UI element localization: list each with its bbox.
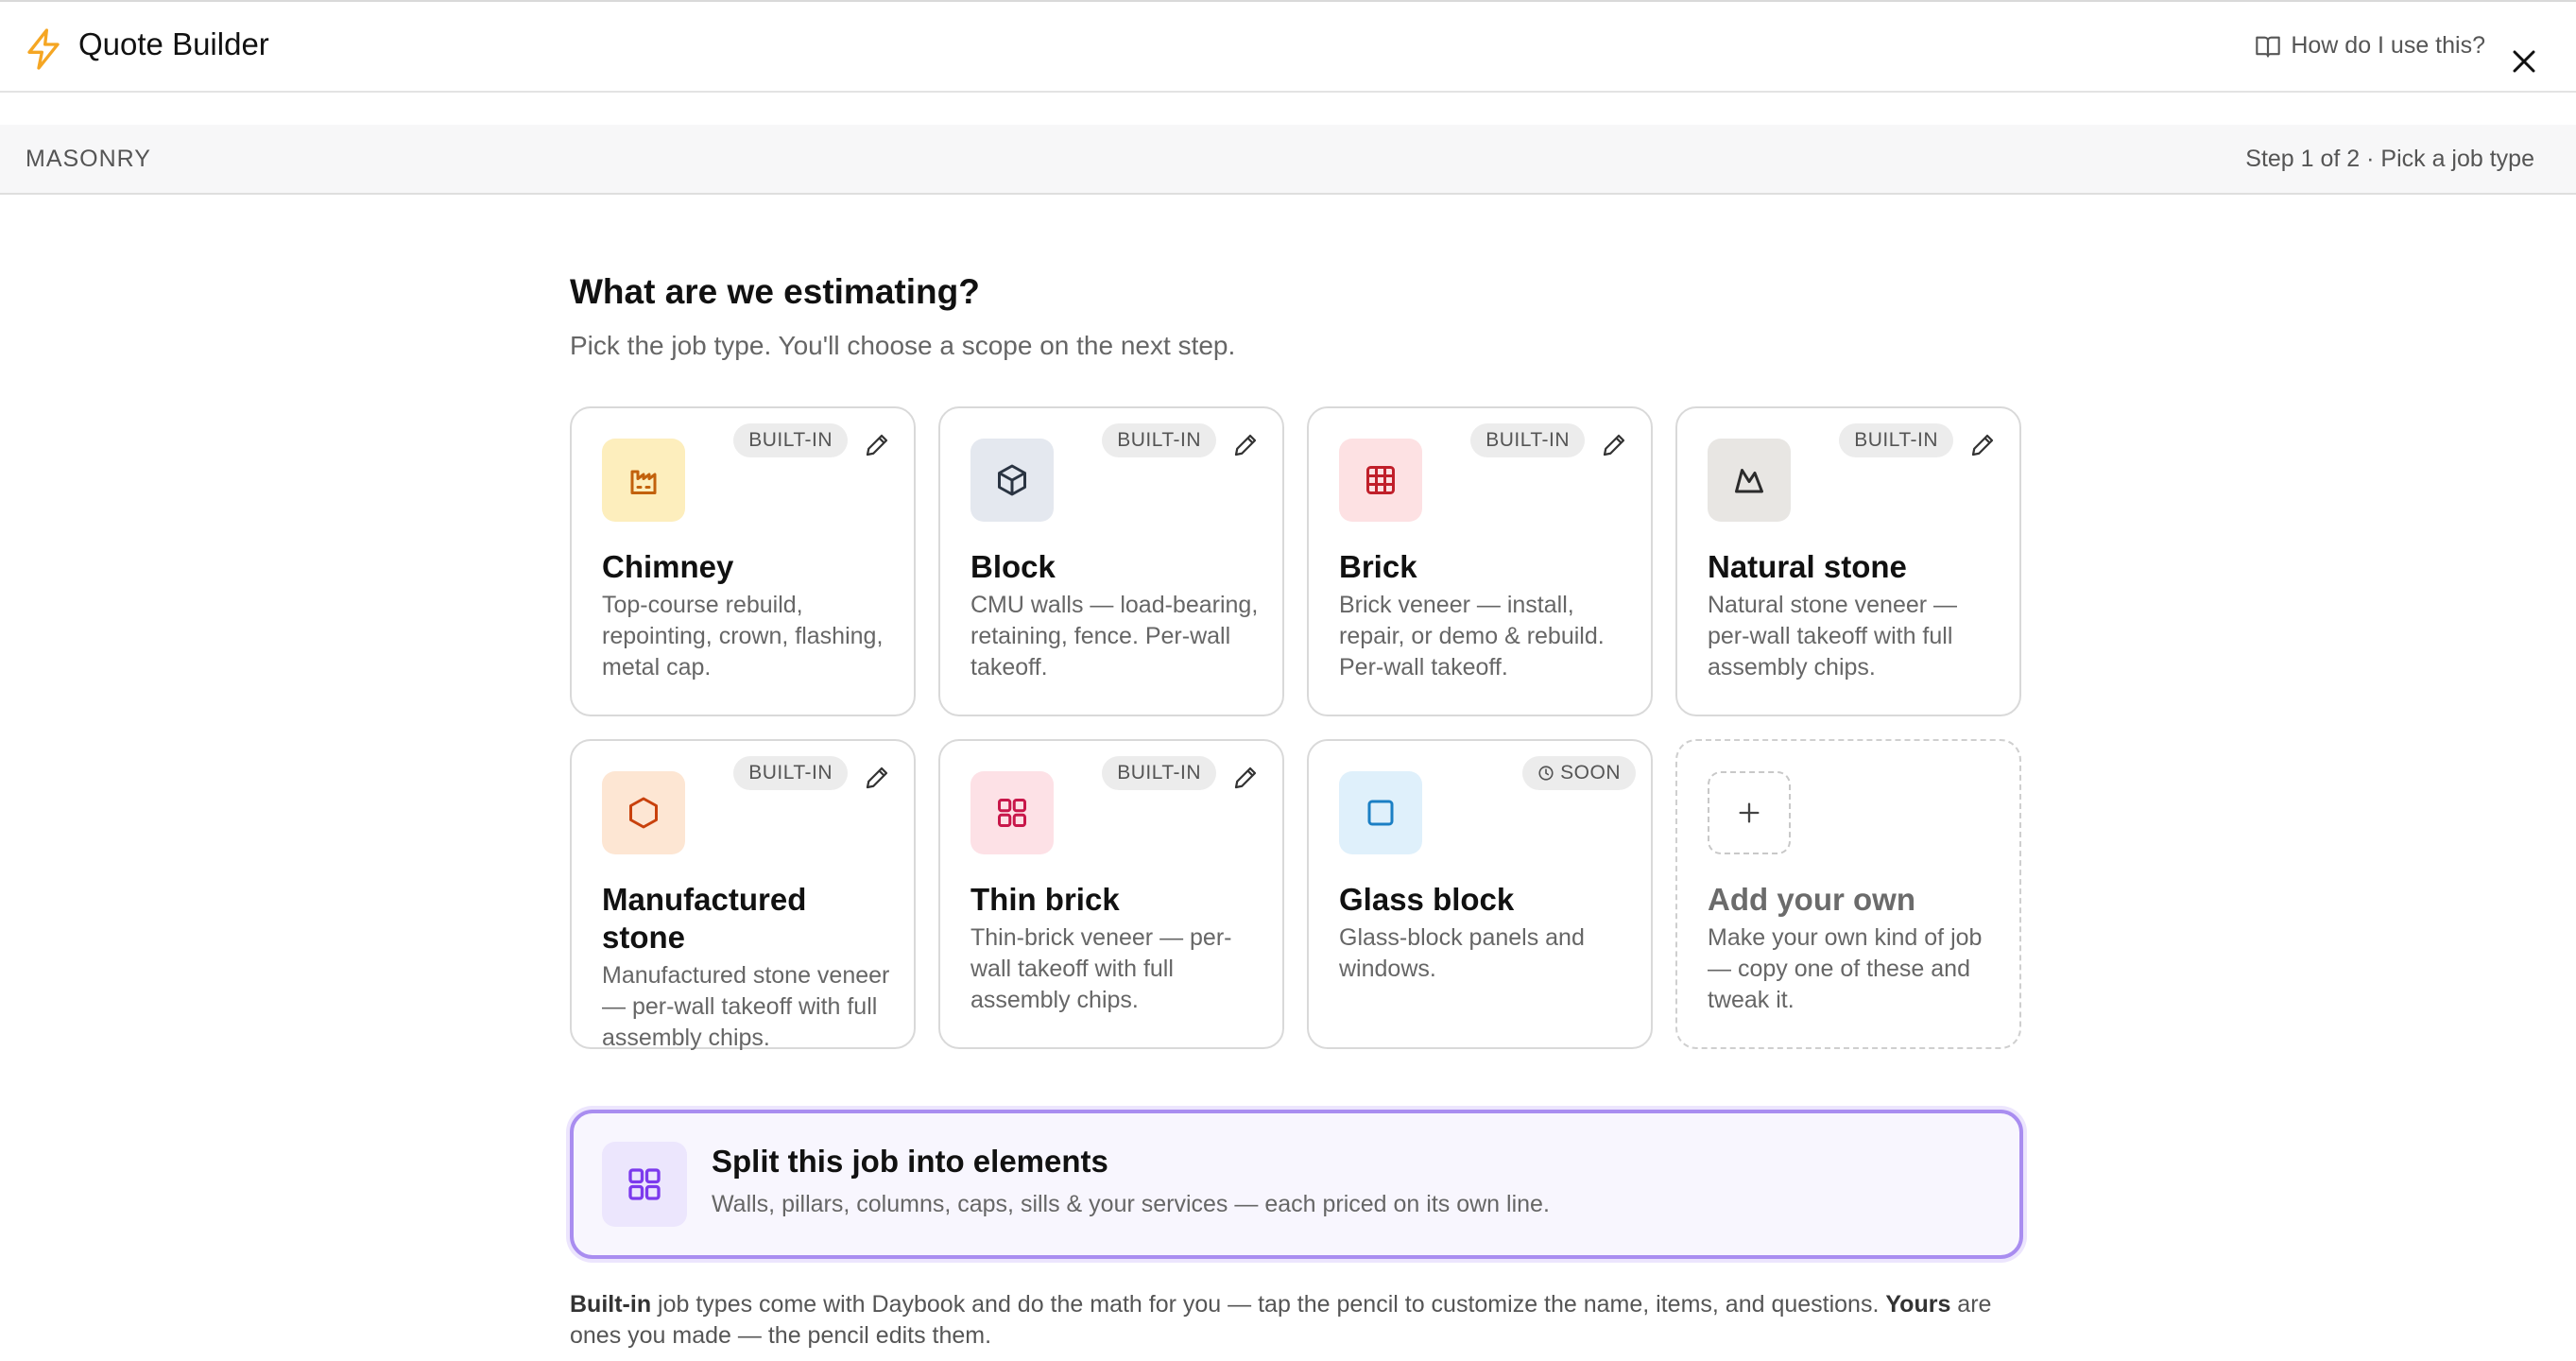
job-card-glass-block[interactable]: SOON Glass block Glass-block panels and …	[1307, 739, 1653, 1049]
add-icon-tile	[1708, 771, 1791, 854]
clock-icon	[1538, 766, 1554, 781]
job-card-title: Thin brick	[970, 882, 1120, 917]
built-in-badge: BUILT-IN	[1102, 423, 1216, 457]
thin-brick-icon-tile	[970, 771, 1054, 854]
pencil-icon[interactable]	[863, 764, 891, 792]
split-desc: Walls, pillars, columns, caps, sills & y…	[712, 1191, 1550, 1217]
block-icon-tile	[970, 439, 1054, 522]
job-card-title: Brick	[1339, 549, 1417, 584]
footnote: Built-in job types come with Daybook and…	[570, 1289, 2023, 1352]
help-link[interactable]: How do I use this?	[2255, 32, 2485, 60]
lightning-bolt-icon	[27, 28, 60, 70]
soon-badge: SOON	[1522, 756, 1636, 790]
built-in-badge: BUILT-IN	[1102, 756, 1216, 790]
chimney-icon	[630, 470, 657, 494]
pencil-icon[interactable]	[1231, 431, 1260, 459]
section-bar: MASONRY Step 1 of 2 · Pick a job type	[0, 125, 2576, 195]
job-card-add-your-own[interactable]: Add your own Make your own kind of job —…	[1675, 739, 2021, 1049]
job-card-desc: Natural stone veneer — per-wall takeoff …	[1708, 592, 1958, 680]
job-card-natural-stone[interactable]: BUILT-IN Natural stone Natural stone ven…	[1675, 406, 2021, 716]
plus-icon	[1739, 802, 1760, 823]
glass-block-icon-tile	[1339, 771, 1422, 854]
pencil-icon[interactable]	[1231, 764, 1260, 792]
mountain-icon	[1735, 469, 1763, 493]
job-card-title: Add your own	[1708, 882, 1915, 917]
natural-stone-icon-tile	[1708, 439, 1791, 522]
job-card-brick[interactable]: BUILT-IN Brick Brick veneer — install, r…	[1307, 406, 1653, 716]
job-card-title: Block	[970, 549, 1056, 584]
hexagon-icon	[629, 797, 658, 829]
help-label: How do I use this?	[2291, 32, 2485, 59]
job-type-grid: BUILT-IN Chimney Top-course rebuild, rep…	[570, 406, 2023, 1051]
split-icon-tile	[602, 1142, 687, 1227]
footnote-yours: Yours	[1885, 1291, 1951, 1318]
job-card-desc: Top-course rebuild, repointing, crown, f…	[602, 592, 884, 680]
job-card-chimney[interactable]: BUILT-IN Chimney Top-course rebuild, rep…	[570, 406, 916, 716]
close-icon[interactable]	[2510, 47, 2538, 76]
brick-icon-tile	[1339, 439, 1422, 522]
built-in-badge: BUILT-IN	[1470, 423, 1585, 457]
manufactured-stone-icon-tile	[602, 771, 685, 854]
job-card-desc: Brick veneer — install, repair, or demo …	[1339, 592, 1605, 680]
app-title: Quote Builder	[78, 26, 269, 61]
grid-icon	[628, 1168, 661, 1200]
job-card-block[interactable]: BUILT-IN Block CMU walls — load-bearing,…	[938, 406, 1284, 716]
pencil-icon[interactable]	[1600, 431, 1628, 459]
brick-grid-icon	[1366, 466, 1395, 494]
soon-badge-label: SOON	[1560, 762, 1621, 784]
job-card-title: Manufactured stone	[602, 882, 807, 955]
footnote-built-in: Built-in	[570, 1291, 652, 1318]
app-header: Quote Builder How do I use this?	[0, 0, 2576, 93]
page-subtitle: Pick the job type. You'll choose a scope…	[570, 331, 1236, 360]
built-in-badge: BUILT-IN	[733, 423, 848, 457]
pencil-icon[interactable]	[1968, 431, 1997, 459]
job-card-desc: Manufactured stone veneer — per-wall tak…	[602, 962, 890, 1051]
job-type-picker: What are we estimating? Pick the job typ…	[570, 272, 2023, 1349]
step-indicator: Step 1 of 2 · Pick a job type	[2245, 146, 2534, 172]
built-in-badge: BUILT-IN	[733, 756, 848, 790]
chimney-icon-tile	[602, 439, 685, 522]
job-card-title: Natural stone	[1708, 549, 1907, 584]
pencil-icon[interactable]	[863, 431, 891, 459]
split-into-elements-button[interactable]: Split this job into elements Walls, pill…	[570, 1110, 2023, 1259]
cube-icon	[998, 464, 1026, 496]
book-icon	[2256, 36, 2281, 58]
job-card-title: Glass block	[1339, 882, 1515, 917]
job-card-manufactured-stone[interactable]: BUILT-IN Manufactured stone Manufactured…	[570, 739, 916, 1051]
split-title: Split this job into elements	[712, 1144, 1108, 1179]
job-card-desc: CMU walls — load-bearing, retaining, fen…	[970, 592, 1259, 680]
job-card-desc: Glass-block panels and windows.	[1339, 924, 1585, 982]
page-title: What are we estimating?	[570, 272, 980, 311]
footnote-text-1: job types come with Daybook and do the m…	[651, 1291, 1886, 1318]
job-card-desc: Thin-brick veneer — per-wall takeoff wit…	[970, 924, 1232, 1013]
square-icon	[1367, 800, 1394, 826]
job-card-thin-brick[interactable]: BUILT-IN Thin brick Thin-brick veneer — …	[938, 739, 1284, 1049]
built-in-badge: BUILT-IN	[1839, 423, 1953, 457]
four-squares-icon	[998, 799, 1026, 827]
job-card-desc: Make your own kind of job — copy one of …	[1708, 924, 1983, 1013]
job-card-title: Chimney	[602, 549, 734, 584]
section-label: MASONRY	[26, 146, 151, 172]
